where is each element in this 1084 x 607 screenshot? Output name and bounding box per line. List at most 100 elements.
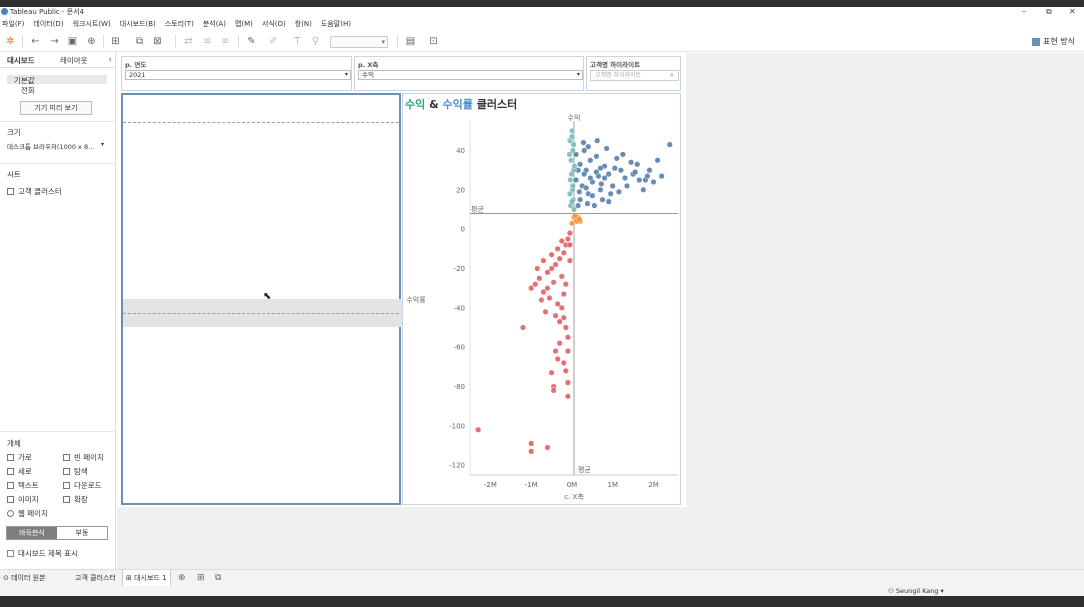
scatter-point [617,167,624,174]
save-icon[interactable]: ▣ [67,36,78,47]
group-icon[interactable]: ✐ [268,36,279,47]
object-vertical[interactable]: 세로 [7,466,32,477]
checkbox-icon [7,550,14,557]
y-tick-label: -100 [449,422,465,430]
fit-icon[interactable]: ▤ [405,36,416,47]
device-preview-button[interactable]: 기기 미리 보기 [20,101,92,115]
menu-window[interactable]: 창(N) [295,19,312,29]
scatter-point [540,257,547,264]
new-datasource-icon[interactable]: ⊕ [86,36,97,47]
year-filter-dropdown[interactable]: 2021 [125,70,351,80]
scatter-point [552,348,559,355]
user-account[interactable]: ⚇ Seungil Kang ▾ [888,587,944,595]
scatter-point [534,265,541,272]
sheet-icon [7,188,14,195]
objects-heading: 개체 [7,439,21,448]
divider [0,121,116,122]
object-blank[interactable]: 빈 페이지 [63,452,104,463]
object-label: 웹 페이지 [18,509,48,518]
duplicate-icon[interactable]: ⧉ [134,36,145,47]
customer-highlight-input[interactable]: 고객명 하이라이트 [590,70,679,81]
text-icon [7,482,14,489]
tab-data-source[interactable]: ⊙ 데이터 원본 [0,570,49,586]
scatter-point [568,171,575,178]
scatter-point [567,176,574,183]
object-horizontal[interactable]: 가로 [7,452,32,463]
swap-icon[interactable]: ⇄ [183,36,194,47]
sheet-item-label: 고객 클러스터 [18,187,62,196]
menu-file[interactable]: 파일(F) [2,19,24,29]
new-sheet-icon[interactable]: ⊕ [178,573,188,583]
minimize-icon[interactable]: – [1022,7,1026,17]
fit-dropdown[interactable] [330,36,388,48]
menu-data[interactable]: 데이터(D) [33,19,63,29]
tab-customer-cluster[interactable]: 고객 클러스터 [72,570,119,586]
menu-story[interactable]: 스토리(T) [165,19,194,29]
menu-format[interactable]: 서식(O) [262,19,286,29]
scatter-point [560,249,567,256]
size-dropdown-chevron-icon[interactable]: ▾ [101,141,104,148]
object-text[interactable]: 텍스트 [7,480,39,491]
object-navigation[interactable]: 탐색 [63,466,88,477]
download-icon [63,482,70,489]
object-image[interactable]: 이미지 [7,494,39,505]
collapse-chevron-icon[interactable]: ‹ [108,53,112,68]
menu-analysis[interactable]: 분석(A) [203,19,226,29]
xaxis-filter: p. X축 수익 [354,56,584,91]
show-me-button[interactable]: 표현 방식 [1032,36,1075,47]
new-story-icon[interactable]: ⧉ [215,573,225,583]
scatter-point [544,269,551,276]
highlight-icon[interactable]: ✎ [246,36,257,47]
xaxis-filter-dropdown[interactable]: 수익 [358,70,583,80]
new-worksheet-icon[interactable]: ⊞ [110,36,121,47]
tiled-button[interactable]: 바둑판식 [7,527,57,539]
user-chevron-icon: ▾ [938,587,944,595]
scatter-chart[interactable]: 40200-20-40-60-80-100-120-2M -1M 0M 1M 2M평균평… [402,113,681,505]
tableau-logo-icon[interactable]: ✲ [5,36,16,47]
scatter-point [607,190,614,197]
floating-button[interactable]: 부동 [57,527,107,539]
scatter-point [613,155,620,162]
object-download[interactable]: 다운로드 [63,480,102,491]
menu-help[interactable]: 도움말(H) [321,19,351,29]
y-tick-label: 40 [456,147,465,155]
search-icon[interactable]: ⌕ [670,71,674,80]
scatter-point [564,235,571,242]
label-icon[interactable]: T [292,36,303,47]
menu-map[interactable]: 맵(M) [235,19,253,29]
show-title-checkbox[interactable]: 대시보드 제목 표시 [7,548,78,559]
scatter-point [554,245,561,252]
object-label: 가로 [18,453,32,462]
clear-icon[interactable]: ⊠ [152,36,163,47]
menu-dashboard[interactable]: 대시보드(B) [120,19,156,29]
object-web-page[interactable]: 웹 페이지 [7,508,48,519]
scatter-point [544,285,551,292]
scatter-point [564,334,571,341]
scatter-point [572,176,579,183]
device-phone[interactable]: 전화 [21,85,35,96]
x-tick-label: 2M [648,481,659,489]
menu-worksheet[interactable]: 워크시트(W) [73,19,111,29]
sheet-item[interactable]: 고객 클러스터 [7,186,62,197]
tab-layout[interactable]: 레이아웃 [60,53,88,68]
close-icon[interactable]: ✕ [1069,7,1076,17]
scatter-point [554,355,561,362]
tab-dashboard-1[interactable]: ⊞ 대시보드 1 [122,570,171,586]
sort-asc-icon[interactable]: ≡ [202,36,213,47]
undo-icon[interactable]: ← [30,36,41,47]
scatter-point [584,200,591,207]
object-extension[interactable]: 확장 [63,494,88,505]
restore-icon[interactable]: ⧉ [1046,7,1052,17]
os-top-bar [0,0,1084,7]
scatter-point [519,324,526,331]
presentation-icon[interactable]: ⊡ [428,36,439,47]
new-dashboard-icon[interactable]: ⊞ [197,573,207,583]
divider [0,431,116,432]
tab-dashboard[interactable]: 대시보드 [7,53,35,68]
size-dropdown[interactable]: 데스크톱 브라우저(1000 x 8... [7,141,94,151]
sort-desc-icon[interactable]: ≡ [220,36,231,47]
pin-icon[interactable]: ⚲ [310,36,321,47]
redo-icon[interactable]: → [49,36,60,47]
toolbar-separator [238,35,239,48]
drop-zone-container[interactable] [121,93,405,505]
